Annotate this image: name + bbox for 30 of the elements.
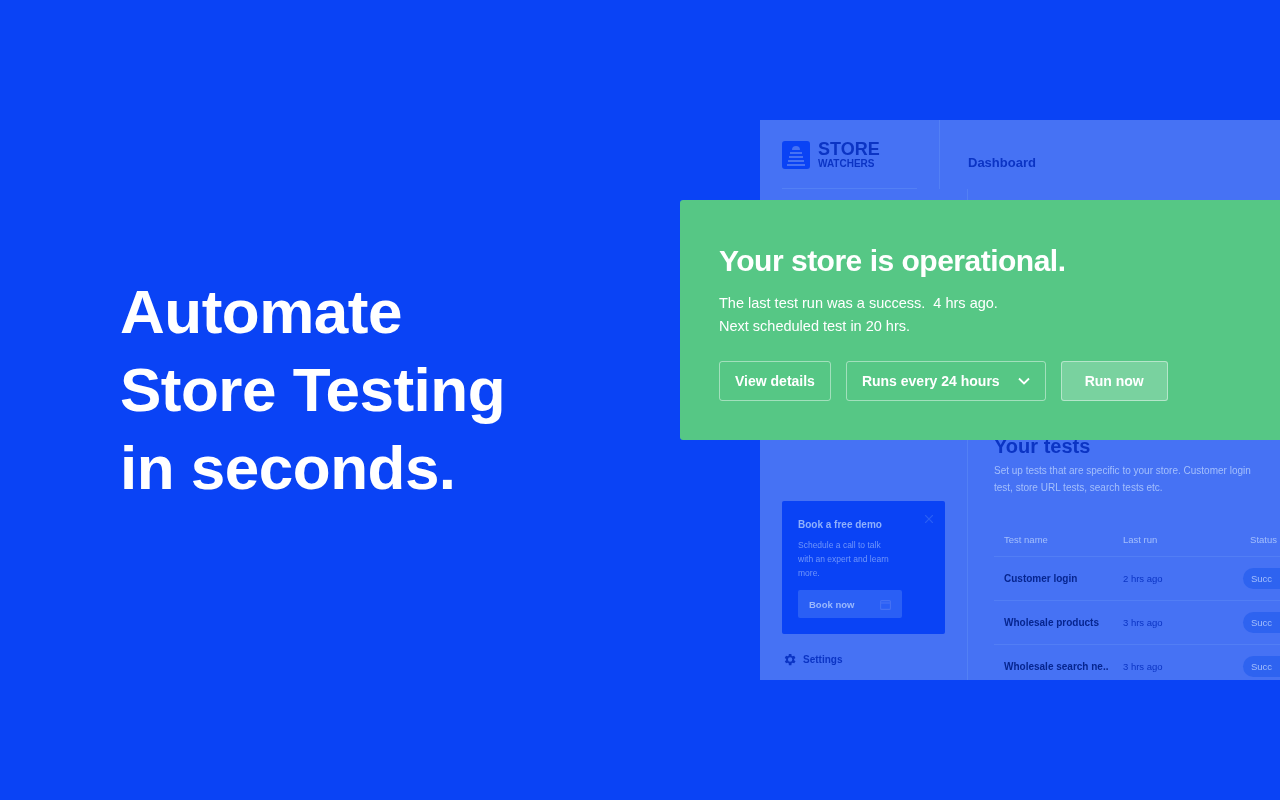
book-now-button[interactable]: Book now	[798, 590, 902, 618]
test-name: Customer login	[1004, 573, 1079, 584]
demo-text: Schedule a call to talk with an expert and learn more.	[798, 539, 890, 580]
schedule-dropdown[interactable]: Runs every 24 hours	[845, 361, 1046, 401]
headline: Automate Store Testing in seconds.	[120, 276, 506, 504]
status-title: Your store is operational.	[719, 244, 1067, 278]
section-title: Your tests	[994, 435, 1092, 458]
settings-link[interactable]: Settings	[803, 654, 843, 665]
settings-icon[interactable]	[782, 652, 797, 667]
chevron-down-icon	[1017, 377, 1030, 385]
test-name: Wholesale search ne..	[1004, 661, 1110, 672]
test-name: Wholesale products	[1004, 617, 1100, 628]
close-icon[interactable]	[925, 515, 933, 523]
calendar-icon	[880, 598, 891, 610]
status-pill: Succ	[1242, 568, 1280, 589]
action-button[interactable]: View details	[719, 361, 831, 401]
status-text: The last test run was a success. 4 hrs ago.	[719, 294, 999, 313]
status-text: Next scheduled test in 20 hrs.	[719, 317, 912, 336]
status-pill: Succ	[1242, 656, 1280, 677]
action-button[interactable]: Run now	[1060, 361, 1168, 401]
lighthouse-logo-icon	[782, 141, 810, 169]
column-header: Status	[1250, 533, 1278, 545]
column-header: Test name	[1004, 533, 1049, 545]
logo-name: STORE	[818, 140, 880, 158]
column-header: Last run	[1123, 533, 1159, 545]
section-description: Set up tests that are specific to your store. Customer login test, store URL tests, search tests etc.	[994, 464, 1252, 495]
logo-tagline: WATCHERS	[818, 158, 876, 170]
page-title: Dashboard	[968, 155, 1036, 170]
demo-title: Book a free demo	[798, 519, 883, 530]
status-pill: Succ	[1242, 612, 1280, 633]
